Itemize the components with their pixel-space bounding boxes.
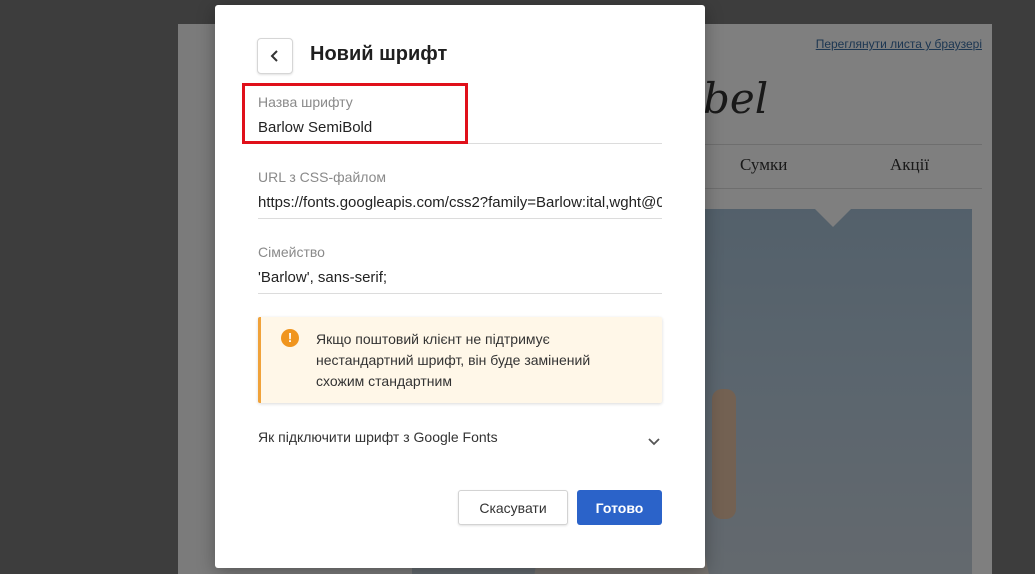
highlight-box	[242, 83, 468, 144]
chevron-down-icon	[648, 438, 660, 446]
font-family-field[interactable]: Сімейство 'Barlow', sans-serif;	[258, 244, 662, 294]
dialog-title: Новий шрифт	[310, 43, 448, 65]
warning-icon: !	[281, 329, 299, 347]
fallback-warning: ! Якщо поштовий клієнт не підтримує нест…	[258, 317, 662, 403]
css-url-input[interactable]: https://fonts.googleapis.com/css2?family…	[258, 194, 662, 216]
accordion-label: Як підключити шрифт з Google Fonts	[258, 429, 498, 445]
google-fonts-help-accordion[interactable]: Як підключити шрифт з Google Fonts	[258, 427, 662, 453]
warning-text: Якщо поштовий клієнт не підтримує нестан…	[316, 331, 591, 389]
css-url-field[interactable]: URL з CSS-файлом https://fonts.googleapi…	[258, 169, 662, 219]
done-button[interactable]: Готово	[577, 490, 662, 525]
new-font-dialog: Новий шрифт Назва шрифту Barlow SemiBold…	[215, 5, 705, 568]
chevron-left-icon	[270, 50, 278, 62]
font-family-input[interactable]: 'Barlow', sans-serif;	[258, 269, 662, 291]
cancel-button[interactable]: Скасувати	[458, 490, 568, 525]
font-family-label: Сімейство	[258, 244, 325, 260]
back-button[interactable]	[257, 38, 293, 74]
css-url-label: URL з CSS-файлом	[258, 169, 386, 185]
